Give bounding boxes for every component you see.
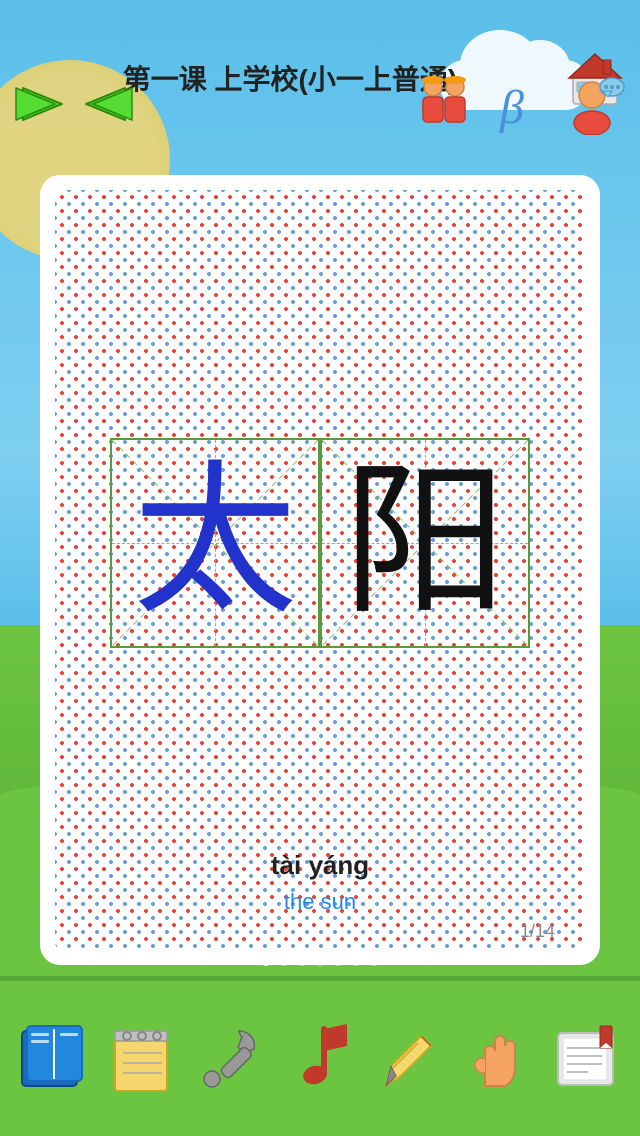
dot-4[interactable] [315,956,325,966]
beta-icon: β [495,78,540,133]
people-button[interactable] [415,75,475,135]
nav-arrows [15,80,133,130]
music-icon [282,1021,357,1096]
dot-3[interactable] [297,956,307,966]
page-dots [0,946,640,976]
book-icon [17,1021,92,1096]
beta-button[interactable]: β [495,78,540,133]
pencil-icon [371,1021,446,1096]
nav-center-icons: β [415,75,625,135]
dot-1[interactable] [261,956,271,966]
arrow-back-icon [78,80,133,128]
characters-area: 太 阳 [70,205,570,850]
svg-text:β: β [499,81,524,133]
card-bottom: tài yáng the sun [271,850,369,935]
flashcard[interactable]: 太 阳 tài yáng the sun 1/14 [40,175,600,965]
toolbar [0,981,640,1136]
notepad-icon [105,1021,180,1096]
dot-6[interactable] [351,956,361,966]
arrow-forward-button[interactable] [15,80,70,130]
wrench-icon [194,1021,269,1096]
music-button[interactable] [282,1021,357,1096]
arrow-back-button[interactable] [78,80,133,130]
small-book-icon [548,1021,623,1096]
char-tai: 太 [133,460,298,625]
char-box-tai: 太 [110,438,320,648]
dot-2[interactable] [279,956,289,966]
pinyin-text: tài yáng [271,850,369,881]
chat-icon [560,75,625,135]
translation-text: the sun [271,889,369,915]
dot-7[interactable] [369,956,379,966]
book-button[interactable] [17,1021,92,1096]
arrow-forward-icon [15,80,70,128]
dot-5[interactable] [333,956,343,966]
notepad-button[interactable] [105,1021,180,1096]
nav-row: β [0,75,640,135]
char-box-yang: 阳 [320,438,530,648]
people-icon [415,75,475,130]
char-yang: 阳 [343,460,508,625]
card-inner: 太 阳 tài yáng the sun [70,205,570,935]
hand-button[interactable] [460,1021,535,1096]
chat-button[interactable] [560,75,625,135]
small-book-button[interactable] [548,1021,623,1096]
hand-icon [460,1021,535,1096]
char-grid: 太 阳 [110,438,530,648]
pencil-button[interactable] [371,1021,446,1096]
wrench-button[interactable] [194,1021,269,1096]
